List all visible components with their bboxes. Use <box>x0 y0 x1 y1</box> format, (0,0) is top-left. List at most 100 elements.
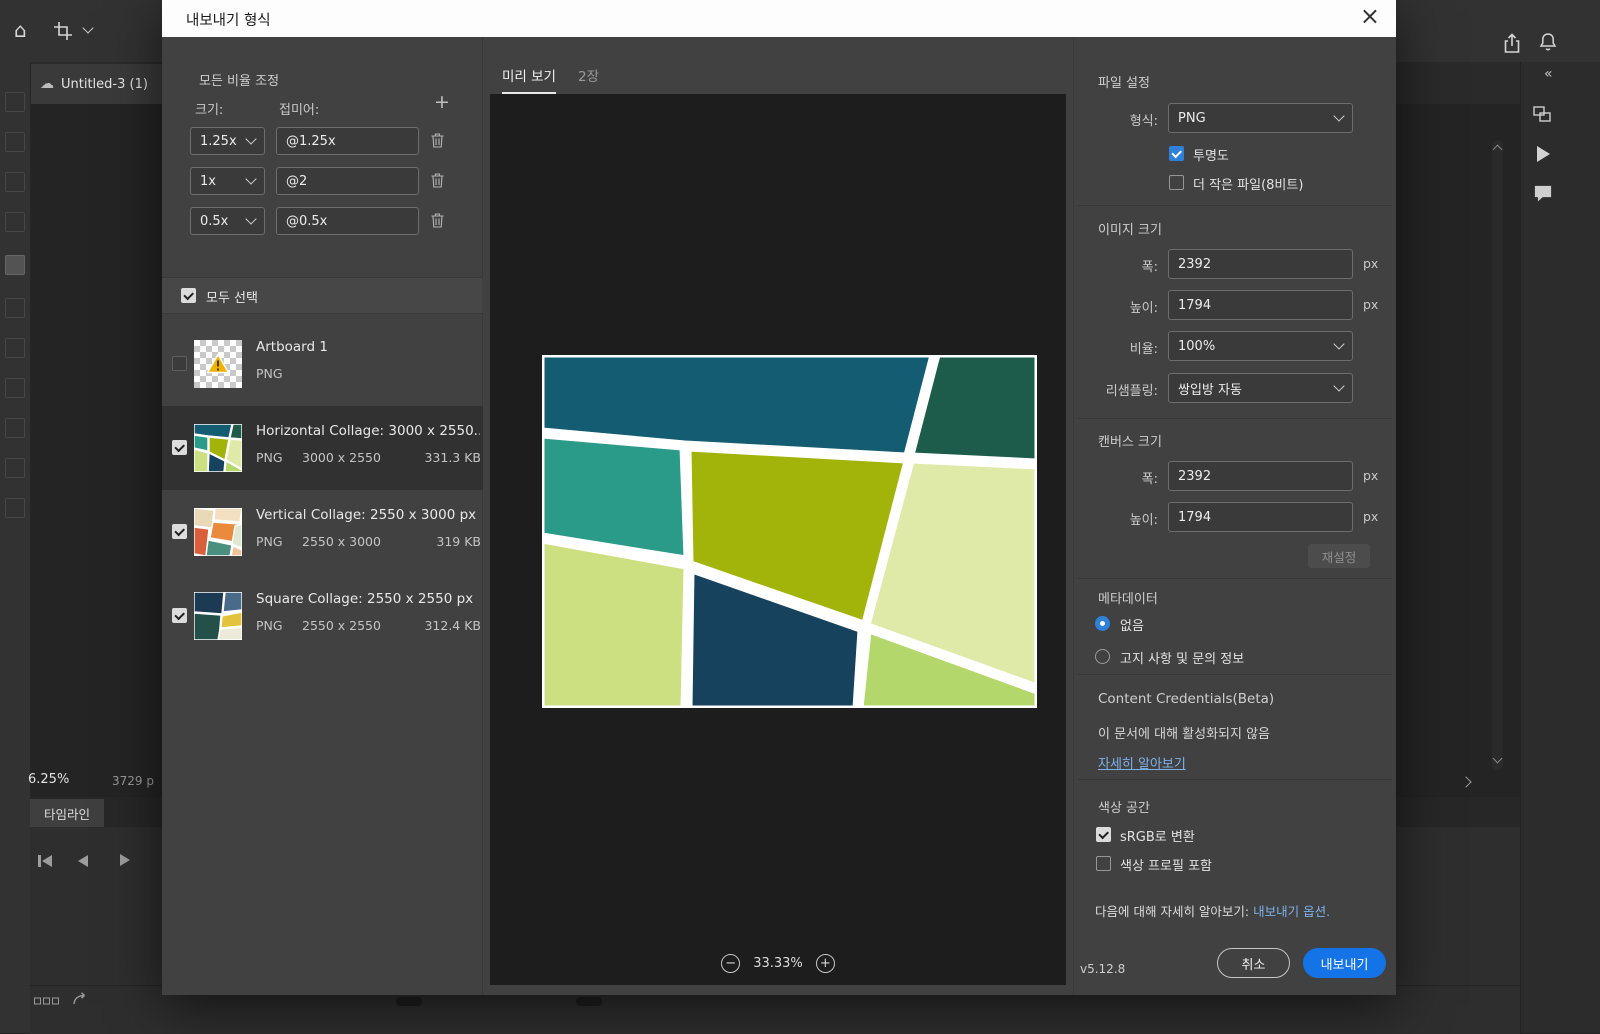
image-width-input[interactable]: 2392 <box>1168 249 1353 279</box>
tool-icon[interactable] <box>5 92 25 112</box>
tool-icon[interactable] <box>5 458 25 478</box>
skip-to-start-icon[interactable] <box>38 855 52 867</box>
collapse-panels-icon[interactable]: « <box>1544 66 1553 82</box>
cancel-button-label: 취소 <box>1241 957 1266 973</box>
settings-panel: 파일 설정 형식: PNG 투명도 더 작은 파일(8비트) 이미지 크기 폭:… <box>1073 37 1396 995</box>
scale-size-select[interactable]: 0.5x <box>190 207 265 235</box>
export-options-link[interactable]: 내보내기 옵션. <box>1253 904 1330 919</box>
scale-size-select[interactable]: 1x <box>190 167 265 195</box>
jump-arrow-icon[interactable] <box>72 991 90 1010</box>
asset-checkbox[interactable] <box>172 608 187 623</box>
delete-scale-icon[interactable] <box>431 173 444 192</box>
crop-tool-chevron-icon[interactable] <box>82 22 94 34</box>
canvas-scrollbar[interactable] <box>1492 140 1503 770</box>
asset-checkbox[interactable] <box>172 440 187 455</box>
include-profile-checkbox[interactable] <box>1096 856 1111 871</box>
tool-icon[interactable] <box>5 498 25 518</box>
add-scale-icon[interactable]: + <box>434 91 450 113</box>
right-panel-rail: « <box>1520 62 1600 1033</box>
scale-suffix-value: @0.5x <box>286 213 328 229</box>
asset-row[interactable]: Square Collage: 2550 x 2550 px PNG 2550 … <box>162 574 483 658</box>
scale-size-select[interactable]: 1.25x <box>190 127 265 155</box>
preview-image[interactable] <box>539 352 1040 711</box>
scale-size-value: 1.25x <box>200 133 237 149</box>
tab-2up[interactable]: 2장 <box>578 65 599 85</box>
close-icon[interactable]: × <box>1360 2 1380 30</box>
asset-checkbox[interactable] <box>172 356 187 371</box>
zoom-level-status[interactable]: 6.25% <box>28 772 69 787</box>
asset-title: Vertical Collage: 2550 x 3000 px <box>256 507 477 523</box>
learn-more-link[interactable]: 자세히 알아보기 <box>1098 753 1186 772</box>
crop-tool-icon[interactable] <box>52 20 74 46</box>
include-profile-label: 색상 프로필 포함 <box>1120 859 1212 874</box>
export-button[interactable]: 내보내기 <box>1303 948 1386 978</box>
asset-format: PNG <box>256 618 283 633</box>
divider <box>1078 674 1392 675</box>
asset-row[interactable]: Vertical Collage: 2550 x 3000 px PNG 255… <box>162 490 483 574</box>
asset-thumbnail <box>194 340 242 388</box>
format-value: PNG <box>1178 110 1206 126</box>
delete-scale-icon[interactable] <box>431 213 444 232</box>
play-panel-icon[interactable] <box>1537 146 1550 162</box>
export-options-hint-text: 다음에 대해 자세히 알아보기: <box>1095 904 1250 919</box>
asset-dimensions: 3000 x 2550 <box>302 450 381 465</box>
content-credentials-status: 이 문서에 대해 활성화되지 않음 <box>1098 727 1271 742</box>
preview-canvas[interactable]: − 33.33% + <box>490 94 1066 985</box>
scale-suffix-input[interactable]: @1.25x <box>276 127 419 155</box>
zoom-in-icon[interactable]: + <box>815 954 835 973</box>
asset-checkbox[interactable] <box>172 524 187 539</box>
metadata-notice-label: 고지 사항 및 문의 정보 <box>1120 652 1245 667</box>
tool-icon-active[interactable] <box>5 255 25 275</box>
tab-timeline[interactable]: 타임라인 <box>30 799 104 827</box>
home-icon[interactable]: ⌂ <box>14 18 27 42</box>
tool-icon[interactable] <box>5 132 25 152</box>
transparency-label: 투명도 <box>1193 149 1229 164</box>
play-icon[interactable] <box>120 854 130 866</box>
image-height-input[interactable]: 1794 <box>1168 290 1353 320</box>
asset-row[interactable]: Artboard 1 PNG <box>162 322 483 406</box>
cancel-button[interactable]: 취소 <box>1217 948 1290 978</box>
resample-select[interactable]: 쌍입방 자동 <box>1168 373 1353 403</box>
asset-filesize: 319 KB <box>436 534 481 549</box>
reset-button[interactable]: 재설정 <box>1308 544 1370 568</box>
srgb-checkbox[interactable] <box>1096 827 1111 842</box>
metadata-notice-radio[interactable] <box>1095 649 1110 664</box>
frame-grid-icon[interactable] <box>34 995 60 1010</box>
scale-suffix-input[interactable]: @0.5x <box>276 207 419 235</box>
tool-icon[interactable] <box>5 418 25 438</box>
canvas-height-input[interactable]: 1794 <box>1168 502 1353 532</box>
size-column-label: 크기: <box>195 103 224 118</box>
format-select[interactable]: PNG <box>1168 103 1353 133</box>
smaller-file-checkbox[interactable] <box>1169 175 1184 190</box>
previous-frame-icon[interactable] <box>78 855 88 867</box>
metadata-none-radio[interactable] <box>1095 616 1110 631</box>
content-credentials-title: Content Credentials(Beta) <box>1098 691 1275 707</box>
tool-icon[interactable] <box>5 212 25 232</box>
dialog-titlebar[interactable]: 내보내기 형식 × <box>162 0 1396 37</box>
tool-icon[interactable] <box>5 298 25 318</box>
transparency-checkbox[interactable] <box>1169 146 1184 161</box>
share-icon[interactable] <box>1502 32 1522 58</box>
preview-zoom-level: 33.33% <box>753 956 803 971</box>
delete-scale-icon[interactable] <box>431 133 444 152</box>
canvas-width-input[interactable]: 2392 <box>1168 461 1353 491</box>
select-all-checkbox[interactable] <box>181 288 196 303</box>
dialog-body: 모든 비율 조정 크기: 접미어: + 1.25x @1.25x 1x @2 0… <box>162 37 1396 995</box>
scale-panel: 모든 비율 조정 크기: 접미어: + 1.25x @1.25x 1x @2 0… <box>162 37 483 995</box>
tool-icon[interactable] <box>5 378 25 398</box>
scale-suffix-input[interactable]: @2 <box>276 167 419 195</box>
comments-panel-icon[interactable] <box>1533 184 1553 206</box>
panel-expand-chevron-icon[interactable] <box>1460 776 1472 788</box>
document-tab[interactable]: ☁ Untitled-3 (1) <box>30 64 162 104</box>
zoom-out-icon[interactable]: − <box>721 954 741 973</box>
asset-row[interactable]: Horizontal Collage: 3000 x 2550... PNG 3… <box>162 406 483 490</box>
scale-select[interactable]: 100% <box>1168 331 1353 361</box>
tool-icon[interactable] <box>5 172 25 192</box>
artboards-panel-icon[interactable] <box>1533 106 1551 126</box>
asset-thumbnail <box>193 423 243 473</box>
tool-icon[interactable] <box>5 338 25 358</box>
tab-preview[interactable]: 미리 보기 <box>502 65 556 94</box>
export-as-dialog: 내보내기 형식 × 모든 비율 조정 크기: 접미어: + 1.25x @1.2… <box>162 0 1396 995</box>
notifications-bell-icon[interactable] <box>1538 31 1558 57</box>
metadata-none-label: 없음 <box>1120 619 1144 634</box>
